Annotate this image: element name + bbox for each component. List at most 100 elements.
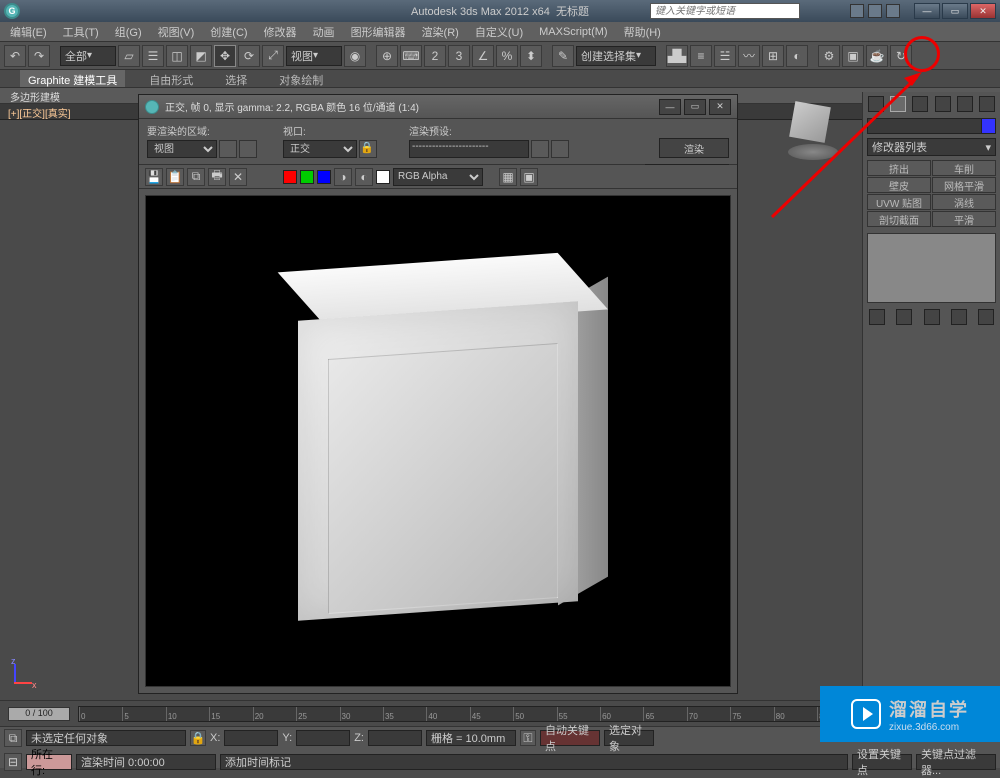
lock-viewport-button[interactable]: 🔒: [359, 140, 377, 158]
area-to-render-select[interactable]: 视图: [147, 140, 217, 158]
mod-uvwmap[interactable]: UVW 贴图: [867, 194, 931, 210]
app-logo-icon[interactable]: G: [4, 3, 20, 19]
edit-named-sel-button[interactable]: ✎: [552, 45, 574, 67]
snaps-toggle-2d-button[interactable]: 2: [424, 45, 446, 67]
coord-y-field[interactable]: [296, 730, 350, 746]
help-icon[interactable]: [886, 4, 900, 18]
display-tab-icon[interactable]: [957, 96, 973, 112]
coord-z-field[interactable]: [368, 730, 422, 746]
viewcube-compass[interactable]: [788, 144, 838, 160]
render-view[interactable]: [145, 195, 731, 687]
create-tab-icon[interactable]: [868, 96, 884, 112]
alpha-channel-button[interactable]: ◑: [334, 168, 352, 186]
mod-shell[interactable]: 壁皮: [867, 177, 931, 193]
red-channel-button[interactable]: [283, 170, 297, 184]
lock-selection-button[interactable]: 🔒: [190, 730, 206, 746]
green-channel-button[interactable]: [300, 170, 314, 184]
close-button[interactable]: ✕: [970, 3, 996, 19]
edit-region-button[interactable]: [219, 140, 237, 158]
select-and-rotate-button[interactable]: ⟳: [238, 45, 260, 67]
viewcube-cube[interactable]: [789, 101, 831, 143]
isoline-button[interactable]: ⊟: [4, 753, 22, 771]
render-button[interactable]: 渲染: [659, 138, 729, 158]
mod-smooth[interactable]: 平滑: [932, 211, 996, 227]
key-mode-button[interactable]: ⚿: [520, 730, 536, 746]
pin-stack-button[interactable]: [869, 309, 885, 325]
object-name-field[interactable]: [867, 118, 996, 134]
refcoord-dropdown[interactable]: 视图 ▾: [286, 46, 342, 66]
window-crossing-button[interactable]: ◩: [190, 45, 212, 67]
menu-customize[interactable]: 自定义(U): [471, 22, 527, 42]
toggle-ui-button[interactable]: ▦: [499, 168, 517, 186]
render-setup-icon[interactable]: [531, 140, 549, 158]
tab-freeform[interactable]: 自由形式: [141, 70, 201, 87]
utilities-tab-icon[interactable]: [979, 96, 995, 112]
menu-grapheditors[interactable]: 图形编辑器: [347, 22, 410, 42]
select-and-manipulate-button[interactable]: ⊕: [376, 45, 398, 67]
render-close-button[interactable]: ✕: [709, 99, 731, 115]
undo-button[interactable]: ↶: [4, 45, 26, 67]
layer-manager-button[interactable]: ☱: [714, 45, 736, 67]
script-listener-button[interactable]: ⧉: [4, 729, 22, 747]
material-editor-button[interactable]: ◐: [786, 45, 808, 67]
render-setup-button[interactable]: ⚙: [818, 45, 840, 67]
mod-slice[interactable]: 剖切截面: [867, 211, 931, 227]
render-production-button[interactable]: ☕: [866, 45, 888, 67]
render-min-button[interactable]: —: [659, 99, 681, 115]
tab-selection[interactable]: 选择: [217, 70, 255, 87]
copy-image-button[interactable]: 📋: [166, 168, 184, 186]
angle-snap-button[interactable]: ∠: [472, 45, 494, 67]
percent-snap-button[interactable]: %: [496, 45, 518, 67]
rendered-frame-button[interactable]: ▣: [842, 45, 864, 67]
time-slider-thumb[interactable]: 0 / 100: [8, 707, 70, 721]
clone-window-button[interactable]: ⧉: [187, 168, 205, 186]
show-end-result-button[interactable]: [896, 309, 912, 325]
redo-button[interactable]: ↷: [28, 45, 50, 67]
make-unique-button[interactable]: [924, 309, 940, 325]
auto-region-button[interactable]: [239, 140, 257, 158]
spinner-snap-button[interactable]: ⬍: [520, 45, 542, 67]
blue-channel-button[interactable]: [317, 170, 331, 184]
mod-meshsmooth[interactable]: 网格平滑: [932, 177, 996, 193]
print-image-button[interactable]: 🖶: [208, 168, 226, 186]
autokey-button[interactable]: 自动关键点: [540, 730, 600, 746]
channel-select[interactable]: RGB Alpha: [393, 168, 483, 186]
menu-maxscript[interactable]: MAXScript(M): [535, 24, 611, 40]
select-by-name-button[interactable]: ☰: [142, 45, 164, 67]
modifier-list-dropdown[interactable]: 修改器列表▾: [867, 138, 996, 156]
mod-lathe[interactable]: 车削: [932, 160, 996, 176]
mirror-button[interactable]: ▟▙: [666, 45, 688, 67]
menu-animation[interactable]: 动画: [309, 22, 339, 42]
snaps-toggle-3d-button[interactable]: 3: [448, 45, 470, 67]
viewcube[interactable]: [780, 100, 840, 160]
render-iterative-button[interactable]: ↻: [890, 45, 912, 67]
select-and-move-button[interactable]: ✥: [214, 45, 236, 67]
help-search-input[interactable]: [650, 3, 800, 19]
named-selection-sets[interactable]: 创建选择集 ▾: [576, 46, 656, 66]
hierarchy-tab-icon[interactable]: [912, 96, 928, 112]
viewport-select[interactable]: 正交: [283, 140, 357, 158]
tab-objectpaint[interactable]: 对象绘制: [271, 70, 331, 87]
motion-tab-icon[interactable]: [935, 96, 951, 112]
schematic-view-button[interactable]: ⊞: [762, 45, 784, 67]
infocenter-icons[interactable]: [850, 4, 900, 18]
select-region-button[interactable]: ◫: [166, 45, 188, 67]
menu-edit[interactable]: 编辑(E): [6, 22, 51, 42]
curve-editor-button[interactable]: 〰: [738, 45, 760, 67]
render-max-button[interactable]: ▭: [684, 99, 706, 115]
minimize-button[interactable]: —: [914, 3, 940, 19]
selection-filter[interactable]: 全部 ▾: [60, 46, 116, 66]
select-and-scale-button[interactable]: ⤢: [262, 45, 284, 67]
environment-icon[interactable]: [551, 140, 569, 158]
menu-modifiers[interactable]: 修改器: [260, 22, 301, 42]
star-icon[interactable]: [868, 4, 882, 18]
render-window-titlebar[interactable]: 正交, 帧 0, 显示 gamma: 2.2, RGBA 颜色 16 位/通道 …: [139, 95, 737, 119]
maximize-button[interactable]: ▭: [942, 3, 968, 19]
color-swatch[interactable]: [376, 170, 390, 184]
select-object-button[interactable]: ▱: [118, 45, 140, 67]
selected-only-button[interactable]: 选定对象: [604, 730, 654, 746]
infocenter-icon[interactable]: [850, 4, 864, 18]
menu-tools[interactable]: 工具(T): [59, 22, 103, 42]
menu-create[interactable]: 创建(C): [206, 22, 251, 42]
remove-modifier-button[interactable]: [951, 309, 967, 325]
